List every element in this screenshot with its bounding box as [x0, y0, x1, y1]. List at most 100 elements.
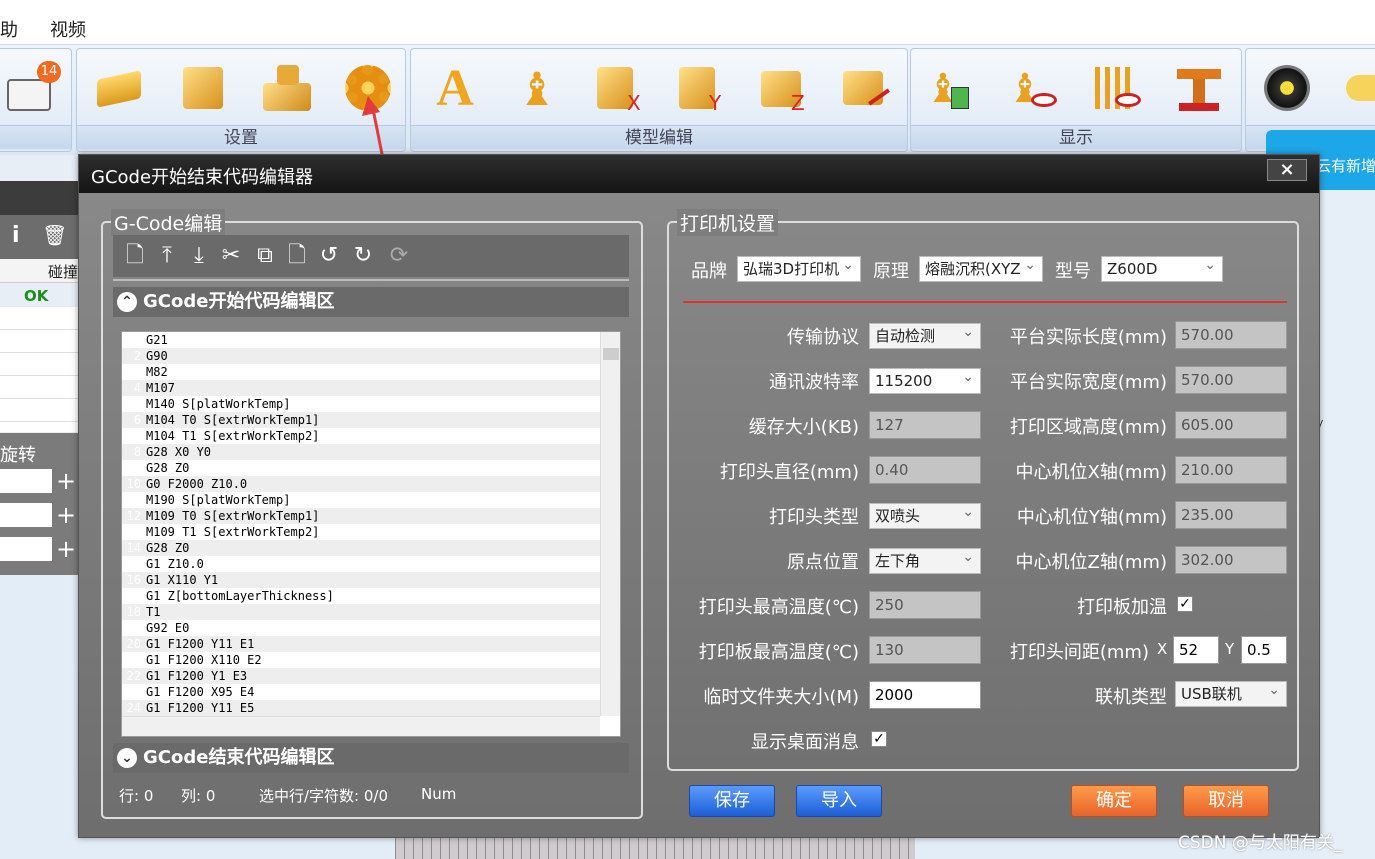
temp-folder-size-input[interactable]: 2000	[869, 681, 981, 709]
vertical-scrollbar[interactable]	[600, 332, 620, 716]
cloud-icon[interactable]	[1342, 61, 1375, 117]
close-button[interactable]: ×	[1267, 159, 1307, 181]
code-line[interactable]: 24 G1 F1200 Y11 E5	[122, 700, 600, 716]
confirm-button[interactable]: 确定	[1071, 785, 1157, 817]
center-z-field[interactable]: 302.00	[1175, 546, 1287, 574]
code-line[interactable]: 17 G1 Z[bottomLayerThickness]	[122, 588, 600, 604]
view-support-icon[interactable]	[1089, 61, 1145, 117]
camera-icon[interactable]	[1260, 61, 1316, 117]
line-text: G1 F1200 X95 E4	[146, 685, 255, 699]
print-area-height-field[interactable]: 605.00	[1175, 411, 1287, 439]
code-line[interactable]: 4 M107	[122, 380, 600, 396]
model-settings-icon[interactable]	[175, 61, 231, 117]
menu-item-help[interactable]: 助	[0, 16, 18, 42]
plus-icon[interactable]: +	[56, 467, 76, 495]
code-line[interactable]: 19 G92 E0	[122, 620, 600, 636]
plate-max-temp-field[interactable]: 130	[869, 636, 981, 664]
head-gap-x-input[interactable]: 52	[1173, 636, 1219, 664]
end-code-section-header[interactable]: ⌄ GCode结束代码编辑区	[113, 743, 629, 773]
code-line[interactable]: 7 M104 T1 S[extrWorkTemp2]	[122, 428, 600, 444]
code-line[interactable]: 15 G1 Z10.0	[122, 556, 600, 572]
gcode-start-editor[interactable]: 1 G21 2 G90 3 M82 4 M107 5 M140 S[platWorkTemp] 6 M…	[121, 331, 621, 737]
code-line[interactable]: 8 G28 X0 Y0	[122, 444, 600, 460]
code-line[interactable]: 22 G1 F1200 Y1 E3	[122, 668, 600, 684]
show-desktop-message-checkbox[interactable]: ✓	[871, 731, 887, 747]
code-line[interactable]: 12 M109 T0 S[extrWorkTemp1]	[122, 508, 600, 524]
start-code-section-header[interactable]: ⌃ GCode开始代码编辑区	[113, 287, 629, 317]
chevron-down-icon[interactable]: ⌄	[117, 748, 137, 768]
origin-select[interactable]: 左下角	[869, 548, 981, 574]
protocol-select[interactable]: 自动检测	[869, 323, 981, 349]
layer-settings-icon[interactable]	[91, 61, 147, 117]
copy-icon[interactable]: ⧉	[253, 243, 277, 269]
plus-icon[interactable]: +	[56, 501, 76, 529]
code-line[interactable]: 1 G21	[122, 332, 600, 348]
gear-icon[interactable]	[341, 61, 397, 117]
horizontal-scrollbar[interactable]	[122, 716, 600, 736]
code-line[interactable]: 23 G1 F1200 X95 E4	[122, 684, 600, 700]
head-type-select[interactable]: 双喷头	[869, 503, 981, 529]
platform-length-field[interactable]: 570.00	[1175, 321, 1287, 349]
menu-item-video[interactable]: 视频	[50, 16, 86, 42]
cache-size-field[interactable]: 127	[869, 411, 981, 439]
nozzle-diameter-field[interactable]: 0.40	[869, 456, 981, 484]
code-line[interactable]: 13 M109 T1 S[extrWorkTemp2]	[122, 524, 600, 540]
paste-icon[interactable]: 🗋	[285, 243, 309, 269]
line-number: 1	[133, 333, 141, 347]
code-line[interactable]: 5 M140 S[platWorkTemp]	[122, 396, 600, 412]
support-settings-icon[interactable]	[259, 61, 315, 117]
new-file-icon[interactable]: 🗋	[123, 243, 147, 269]
print-queue-icon[interactable]: 14	[3, 61, 61, 117]
printer-head-icon[interactable]	[1171, 61, 1227, 117]
plate-heating-checkbox[interactable]: ✓	[1177, 596, 1193, 612]
rotate-z-input[interactable]	[0, 537, 52, 561]
import-button[interactable]: 导入	[796, 785, 882, 817]
code-line[interactable]: 6 M104 T0 S[extrWorkTemp1]	[122, 412, 600, 428]
cut-icon[interactable]: ✂	[219, 243, 243, 269]
view-model-icon[interactable]: ♝	[1007, 61, 1063, 117]
3d-viewport[interactable]	[1254, 190, 1375, 859]
chevron-up-icon[interactable]: ⌃	[117, 292, 137, 312]
slice-view-icon[interactable]: ♝	[925, 61, 981, 117]
brand-select[interactable]: 弘瑞3D打印机	[737, 256, 861, 282]
save-button[interactable]: 保存	[689, 785, 775, 817]
center-y-field[interactable]: 235.00	[1175, 501, 1287, 529]
rotate-x-input[interactable]	[0, 469, 52, 493]
undo-icon[interactable]: ↺	[317, 243, 341, 269]
code-line[interactable]: 20 G1 F1200 Y11 E1	[122, 636, 600, 652]
baud-select[interactable]: 115200	[869, 368, 981, 394]
head-max-temp-field[interactable]: 250	[869, 591, 981, 619]
model-select[interactable]: Z600D	[1101, 256, 1223, 282]
info-icon[interactable]: i	[12, 223, 20, 248]
head-gap-y-input[interactable]: 0.5	[1241, 636, 1287, 664]
code-line[interactable]: 10 G0 F2000 Z10.0	[122, 476, 600, 492]
code-line[interactable]: 14 G28 Z0	[122, 540, 600, 556]
code-line[interactable]: 18 T1	[122, 604, 600, 620]
menu-bar: 助 视频	[0, 0, 1375, 45]
chess-piece-icon[interactable]: ♝	[509, 61, 565, 117]
download-icon[interactable]: ⤓	[187, 243, 211, 269]
redo-icon[interactable]: ↻	[351, 243, 375, 269]
plus-icon[interactable]: +	[56, 535, 76, 563]
mirror-y-icon[interactable]: Y	[673, 61, 729, 117]
code-line[interactable]: 21 G1 F1200 X110 E2	[122, 652, 600, 668]
edit-model-icon[interactable]	[837, 61, 893, 117]
line-text: G28 Z0	[146, 461, 190, 475]
mirror-x-icon[interactable]: X	[591, 61, 647, 117]
trash-icon[interactable]: 🗑	[42, 223, 67, 247]
rotate-y-input[interactable]	[0, 503, 52, 527]
refresh-icon[interactable]: ⟳	[387, 243, 411, 269]
mirror-z-icon[interactable]: Z	[755, 61, 811, 117]
code-line[interactable]: 3 M82	[122, 364, 600, 380]
platform-width-field[interactable]: 570.00	[1175, 366, 1287, 394]
connection-type-select[interactable]: USB联机	[1175, 681, 1287, 707]
code-line[interactable]: 11 M190 S[platWorkTemp]	[122, 492, 600, 508]
center-x-field[interactable]: 210.00	[1175, 456, 1287, 484]
code-line[interactable]: 2 G90	[122, 348, 600, 364]
principle-select[interactable]: 熔融沉积(XYZ	[919, 256, 1043, 282]
upload-icon[interactable]: ⤒	[155, 243, 179, 269]
text-tool-icon[interactable]: A	[427, 61, 483, 117]
code-line[interactable]: 16 G1 X110 Y1	[122, 572, 600, 588]
cancel-button[interactable]: 取消	[1183, 785, 1269, 817]
code-line[interactable]: 9 G28 Z0	[122, 460, 600, 476]
